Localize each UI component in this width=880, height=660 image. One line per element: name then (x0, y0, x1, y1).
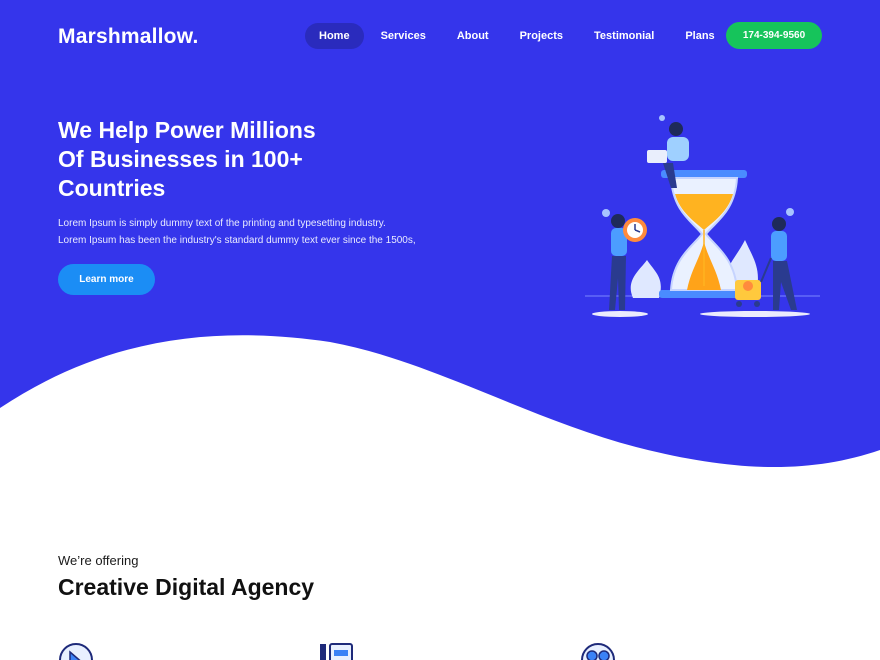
document-icon (320, 643, 353, 660)
hero-title-line: We Help Power Millions (58, 117, 316, 143)
nav-menu: Home Services About Projects Testimonial… (305, 23, 732, 49)
phone-button[interactable]: 174-394-9560 (726, 22, 822, 49)
hero-title: We Help Power Millions Of Businesses in … (58, 116, 388, 203)
nav-item-plans[interactable]: Plans (671, 23, 728, 49)
learn-more-button[interactable]: Learn more (58, 264, 155, 295)
top-navigation: Marshmallow. Home Services About Project… (0, 0, 880, 72)
nav-item-about[interactable]: About (443, 23, 503, 49)
offering-title: Creative Digital Agency (58, 574, 315, 600)
nav-item-home[interactable]: Home (305, 23, 364, 49)
hero-title-line: Of Businesses in 100+ (58, 146, 303, 172)
hero-section: Marshmallow. Home Services About Project… (0, 0, 880, 470)
nav-item-services[interactable]: Services (367, 23, 440, 49)
hero-title-line: Countries (58, 175, 166, 201)
hero-description-line: Lorem Ipsum is simply dummy text of the … (58, 218, 386, 229)
brand-logo[interactable]: Marshmallow. (58, 25, 199, 49)
hourglass-team-illustration (585, 115, 820, 317)
nav-item-projects[interactable]: Projects (506, 23, 577, 49)
nav-item-testimonial[interactable]: Testimonial (580, 23, 668, 49)
hero-description: Lorem Ipsum is simply dummy text of the … (58, 215, 478, 249)
offering-eyebrow: We’re offering (58, 553, 139, 568)
cursor-click-icon (59, 643, 93, 660)
hero-description-line: Lorem Ipsum has been the industry's stan… (58, 235, 416, 246)
film-reel-icon (581, 643, 615, 660)
